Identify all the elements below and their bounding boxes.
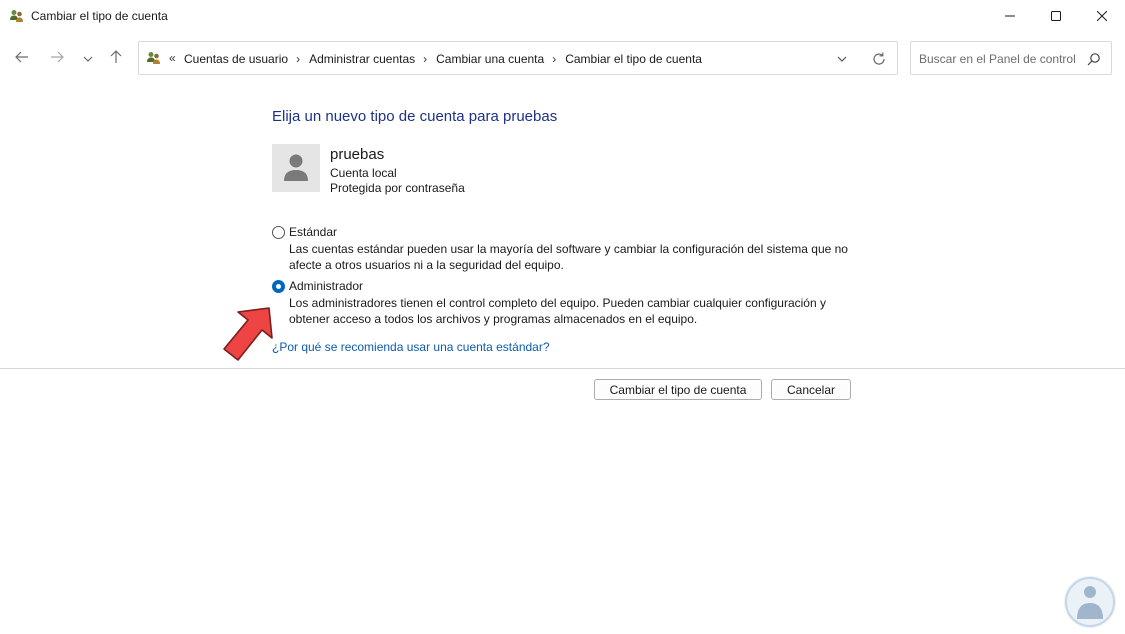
search-icon[interactable] bbox=[1087, 52, 1101, 66]
forward-arrow-icon bbox=[50, 51, 64, 66]
breadcrumb: Cuentas de usuario › Administrar cuentas… bbox=[184, 52, 702, 66]
control-panel-icon bbox=[9, 8, 25, 24]
why-standard-account-link[interactable]: ¿Por qué se recomienda usar una cuenta e… bbox=[272, 340, 550, 354]
password-status-text: Protegida por contraseña bbox=[330, 181, 465, 195]
window-title: Cambiar el tipo de cuenta bbox=[31, 9, 168, 23]
control-panel-icon bbox=[146, 50, 162, 66]
user-name: pruebas bbox=[330, 146, 385, 163]
refresh-icon[interactable] bbox=[871, 51, 887, 67]
breadcrumb-item-cambiar-una-cuenta[interactable]: Cambiar una cuenta bbox=[436, 52, 544, 66]
standard-option-description: Las cuentas estándar pueden usar la mayo… bbox=[289, 242, 848, 272]
maximize-icon bbox=[1051, 11, 1061, 21]
user-avatar-icon bbox=[282, 152, 310, 185]
forward-button[interactable] bbox=[46, 47, 68, 69]
cancel-button[interactable]: Cancelar bbox=[771, 379, 851, 400]
breadcrumb-item-cambiar-el-tipo-de-cuenta[interactable]: Cambiar el tipo de cuenta bbox=[565, 52, 702, 66]
administrator-option-description: Los administradores tienen el control co… bbox=[289, 296, 826, 326]
administrator-option-label[interactable]: Administrador bbox=[289, 279, 363, 293]
overflow-chevron-icon[interactable]: « bbox=[169, 51, 176, 65]
title-bar: Cambiar el tipo de cuenta bbox=[0, 0, 1125, 32]
avatar bbox=[272, 144, 320, 192]
footer-divider bbox=[0, 368, 1125, 369]
account-type-text: Cuenta local bbox=[330, 166, 397, 180]
chevron-down-icon[interactable] bbox=[835, 52, 849, 66]
chevron-right-icon[interactable]: › bbox=[423, 52, 427, 66]
minimize-icon bbox=[1005, 11, 1015, 21]
search-input[interactable]: Buscar en el Panel de control bbox=[910, 41, 1112, 75]
breadcrumb-item-administrar-cuentas[interactable]: Administrar cuentas bbox=[309, 52, 415, 66]
back-button[interactable] bbox=[11, 47, 33, 69]
standard-option-label[interactable]: Estándar bbox=[289, 225, 337, 239]
watermark-logo bbox=[1064, 576, 1116, 628]
breadcrumb-item-cuentas-de-usuario[interactable]: Cuentas de usuario bbox=[184, 52, 288, 66]
close-icon bbox=[1097, 11, 1107, 21]
recent-dropdown-icon bbox=[83, 51, 93, 65]
up-button[interactable] bbox=[105, 47, 127, 69]
change-account-type-button[interactable]: Cambiar el tipo de cuenta bbox=[594, 379, 762, 400]
chevron-right-icon[interactable]: › bbox=[296, 52, 300, 66]
chevron-right-icon[interactable]: › bbox=[552, 52, 556, 66]
page-title: Elija un nuevo tipo de cuenta para prueb… bbox=[272, 108, 558, 125]
recent-locations-button[interactable] bbox=[77, 47, 99, 69]
minimize-button[interactable] bbox=[987, 0, 1033, 32]
up-arrow-icon bbox=[110, 49, 122, 67]
address-bar[interactable]: « Cuentas de usuario › Administrar cuent… bbox=[138, 41, 898, 75]
close-button[interactable] bbox=[1079, 0, 1125, 32]
back-arrow-icon bbox=[15, 51, 29, 66]
administrator-radio[interactable] bbox=[272, 280, 285, 293]
navigation-bar: « Cuentas de usuario › Administrar cuent… bbox=[0, 38, 1125, 78]
maximize-button[interactable] bbox=[1033, 0, 1079, 32]
standard-radio[interactable] bbox=[272, 226, 285, 239]
search-placeholder: Buscar en el Panel de control bbox=[919, 52, 1076, 66]
red-arrow-annotation bbox=[223, 307, 273, 361]
